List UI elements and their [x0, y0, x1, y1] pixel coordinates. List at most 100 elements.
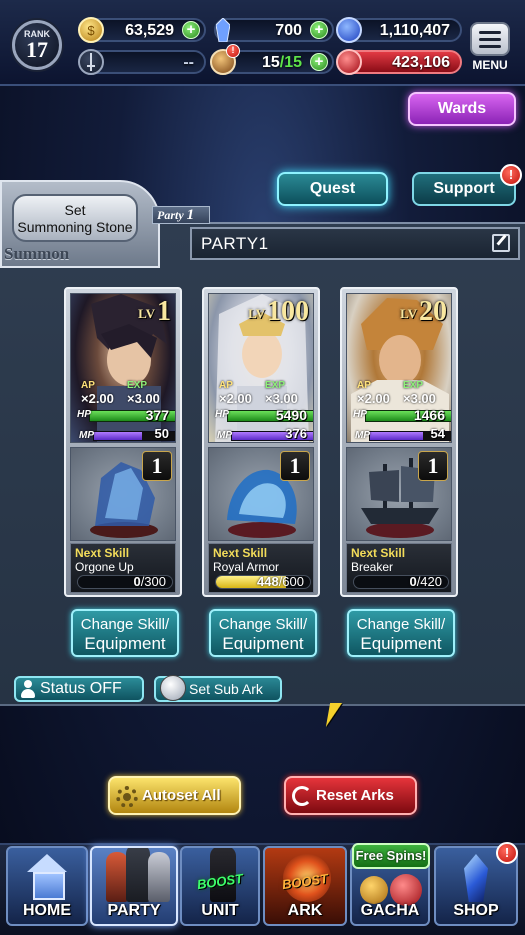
party-tag-text: Party — [157, 208, 184, 222]
skill-name: Breaker — [351, 560, 394, 574]
shop-alert-badge: ! — [496, 842, 518, 864]
skill-progress-value: 0 — [409, 575, 417, 589]
mp-value: 54 — [430, 426, 445, 441]
add-gems-button[interactable]: + — [310, 21, 328, 39]
hp-label: HP — [77, 409, 91, 420]
home-icon — [27, 854, 67, 900]
equipped-ark[interactable]: 1 — [70, 447, 176, 541]
level-value: 1 — [157, 296, 171, 327]
hp-value: 1466 — [413, 407, 445, 423]
unit-portrait[interactable]: LV100 AP ×2.00 EXP ×3.00 HP 5490 MP 376 — [208, 293, 314, 443]
skill-progress-text: 448/600 — [257, 576, 304, 588]
gold-orb-icon — [360, 876, 388, 904]
support-alert-badge: ! — [500, 164, 522, 186]
unit-boost-label: BOOST — [196, 870, 244, 893]
unit-level: LV1 — [138, 296, 171, 328]
wards-button[interactable]: Wards — [408, 92, 516, 126]
crystal-icon — [210, 17, 236, 43]
ap-multiplier: ×2.00 — [357, 391, 390, 406]
pointer-cursor-icon — [325, 703, 343, 727]
ap-multiplier: ×2.00 — [81, 391, 114, 406]
blue-orb-counter: 1,110,407 — [336, 17, 462, 43]
skill-progress-bar: 0/300 — [77, 575, 173, 589]
change-line2: Equipment — [84, 634, 166, 653]
ap-label: AP — [219, 380, 233, 391]
nav-home-label: HOME — [23, 902, 71, 919]
nav-ark[interactable]: BOOST ARK — [263, 846, 347, 926]
change-skill-equipment-button-2[interactable]: Change Skill/ Equipment — [209, 609, 317, 657]
sub-ark-icon — [160, 675, 186, 701]
summon-label: Summon — [4, 244, 70, 263]
skill-progress-text: 0/420 — [409, 575, 442, 589]
unit-card-1[interactable]: LV1 AP ×2.00 EXP ×3.00 HP 377 MP 50 1 Next… — [64, 287, 182, 597]
nav-unit[interactable]: BOOST UNIT — [180, 846, 260, 926]
equipped-ark[interactable]: 1 — [208, 447, 314, 541]
status-toggle-label: Status OFF — [40, 680, 122, 697]
gem-value: 700 — [275, 22, 302, 39]
autoset-all-button[interactable]: Autoset All — [108, 776, 241, 815]
mp-label: MP — [355, 430, 370, 441]
nav-ark-label: ARK — [287, 902, 323, 919]
nav-home[interactable]: HOME — [6, 846, 88, 926]
gold-value: 63,529 — [125, 22, 174, 39]
party-number-tag: Party 1 — [152, 206, 210, 224]
change-line2: Equipment — [360, 634, 442, 653]
next-skill-label: Next Skill — [213, 546, 268, 560]
change-skill-equipment-button-3[interactable]: Change Skill/ Equipment — [347, 609, 455, 657]
crystal-icon — [464, 854, 488, 902]
hp-value: 377 — [145, 407, 169, 423]
nav-party[interactable]: PARTY — [90, 846, 178, 926]
edit-icon[interactable] — [492, 234, 510, 252]
red-orb-icon — [336, 49, 362, 75]
unit-portrait[interactable]: LV1 AP ×2.00 EXP ×3.00 HP 377 MP 50 — [70, 293, 176, 443]
menu-button[interactable] — [470, 22, 510, 56]
set-sub-ark-button[interactable]: Set Sub Ark — [154, 675, 282, 702]
party-character-icon — [106, 852, 128, 902]
set-summoning-stone-button[interactable]: Set Summoning Stone — [12, 194, 138, 242]
add-stamina-button[interactable]: + — [310, 53, 328, 71]
stamina-max: /15 — [279, 54, 302, 71]
hp-label: HP — [215, 409, 229, 420]
red-points-value: 423,106 — [392, 54, 450, 71]
party-tag-number: 1 — [186, 207, 195, 223]
skill-progress-total: /300 — [140, 575, 166, 589]
nav-gacha-label: GACHA — [360, 902, 420, 919]
sword-counter: -- — [78, 49, 206, 75]
quest-button[interactable]: Quest — [277, 172, 388, 206]
nav-unit-label: UNIT — [201, 902, 239, 919]
nav-party-label: PARTY — [107, 902, 161, 919]
ap-label: AP — [81, 380, 95, 391]
hp-value: 5490 — [275, 407, 307, 423]
party-name-field[interactable]: PARTY1 — [190, 227, 520, 260]
change-line2: Equipment — [222, 634, 304, 653]
person-icon — [21, 680, 35, 698]
sword-value: -- — [183, 54, 194, 71]
change-line1: Change Skill/ — [80, 616, 170, 633]
mp-fill — [370, 432, 423, 440]
set-sub-ark-label: Set Sub Ark — [189, 681, 263, 697]
exp-label: EXP — [127, 380, 148, 391]
ap-multiplier: ×2.00 — [219, 391, 252, 406]
exp-multiplier: ×3.00 — [127, 391, 160, 406]
unit-portrait[interactable]: LV20 AP ×2.00 EXP ×3.00 HP 1466 MP 54 — [346, 293, 452, 443]
status-toggle-button[interactable]: Status OFF — [14, 676, 144, 702]
equipped-ark[interactable]: 1 — [346, 447, 452, 541]
skill-name: Royal Armor — [213, 560, 280, 574]
exp-label: EXP — [265, 380, 286, 391]
change-skill-equipment-button-1[interactable]: Change Skill/ Equipment — [71, 609, 179, 657]
rank-badge[interactable]: RANK 17 — [12, 20, 62, 70]
next-skill-box: Next Skill Breaker 0/420 — [346, 543, 452, 593]
reset-arks-button[interactable]: Reset Arks — [284, 776, 417, 815]
set-stone-line1: Set — [64, 202, 86, 218]
hp-label: HP — [353, 409, 367, 420]
top-hud: RANK 17 $ 63,529 + 700 + 1,110,407 -- ! … — [0, 0, 525, 86]
add-gold-button[interactable]: + — [182, 21, 200, 39]
unit-card-3[interactable]: LV20 AP ×2.00 EXP ×3.00 HP 1466 MP 54 1 Ne… — [340, 287, 458, 597]
sword-icon — [78, 49, 104, 75]
blue-orb-icon — [336, 17, 362, 43]
skill-progress-total: /420 — [416, 575, 442, 589]
mp-label: MP — [79, 430, 94, 441]
skill-progress-bar: 448/600 — [215, 575, 311, 589]
mp-fill — [94, 432, 143, 440]
unit-card-2[interactable]: LV100 AP ×2.00 EXP ×3.00 HP 5490 MP 376 1 … — [202, 287, 320, 597]
